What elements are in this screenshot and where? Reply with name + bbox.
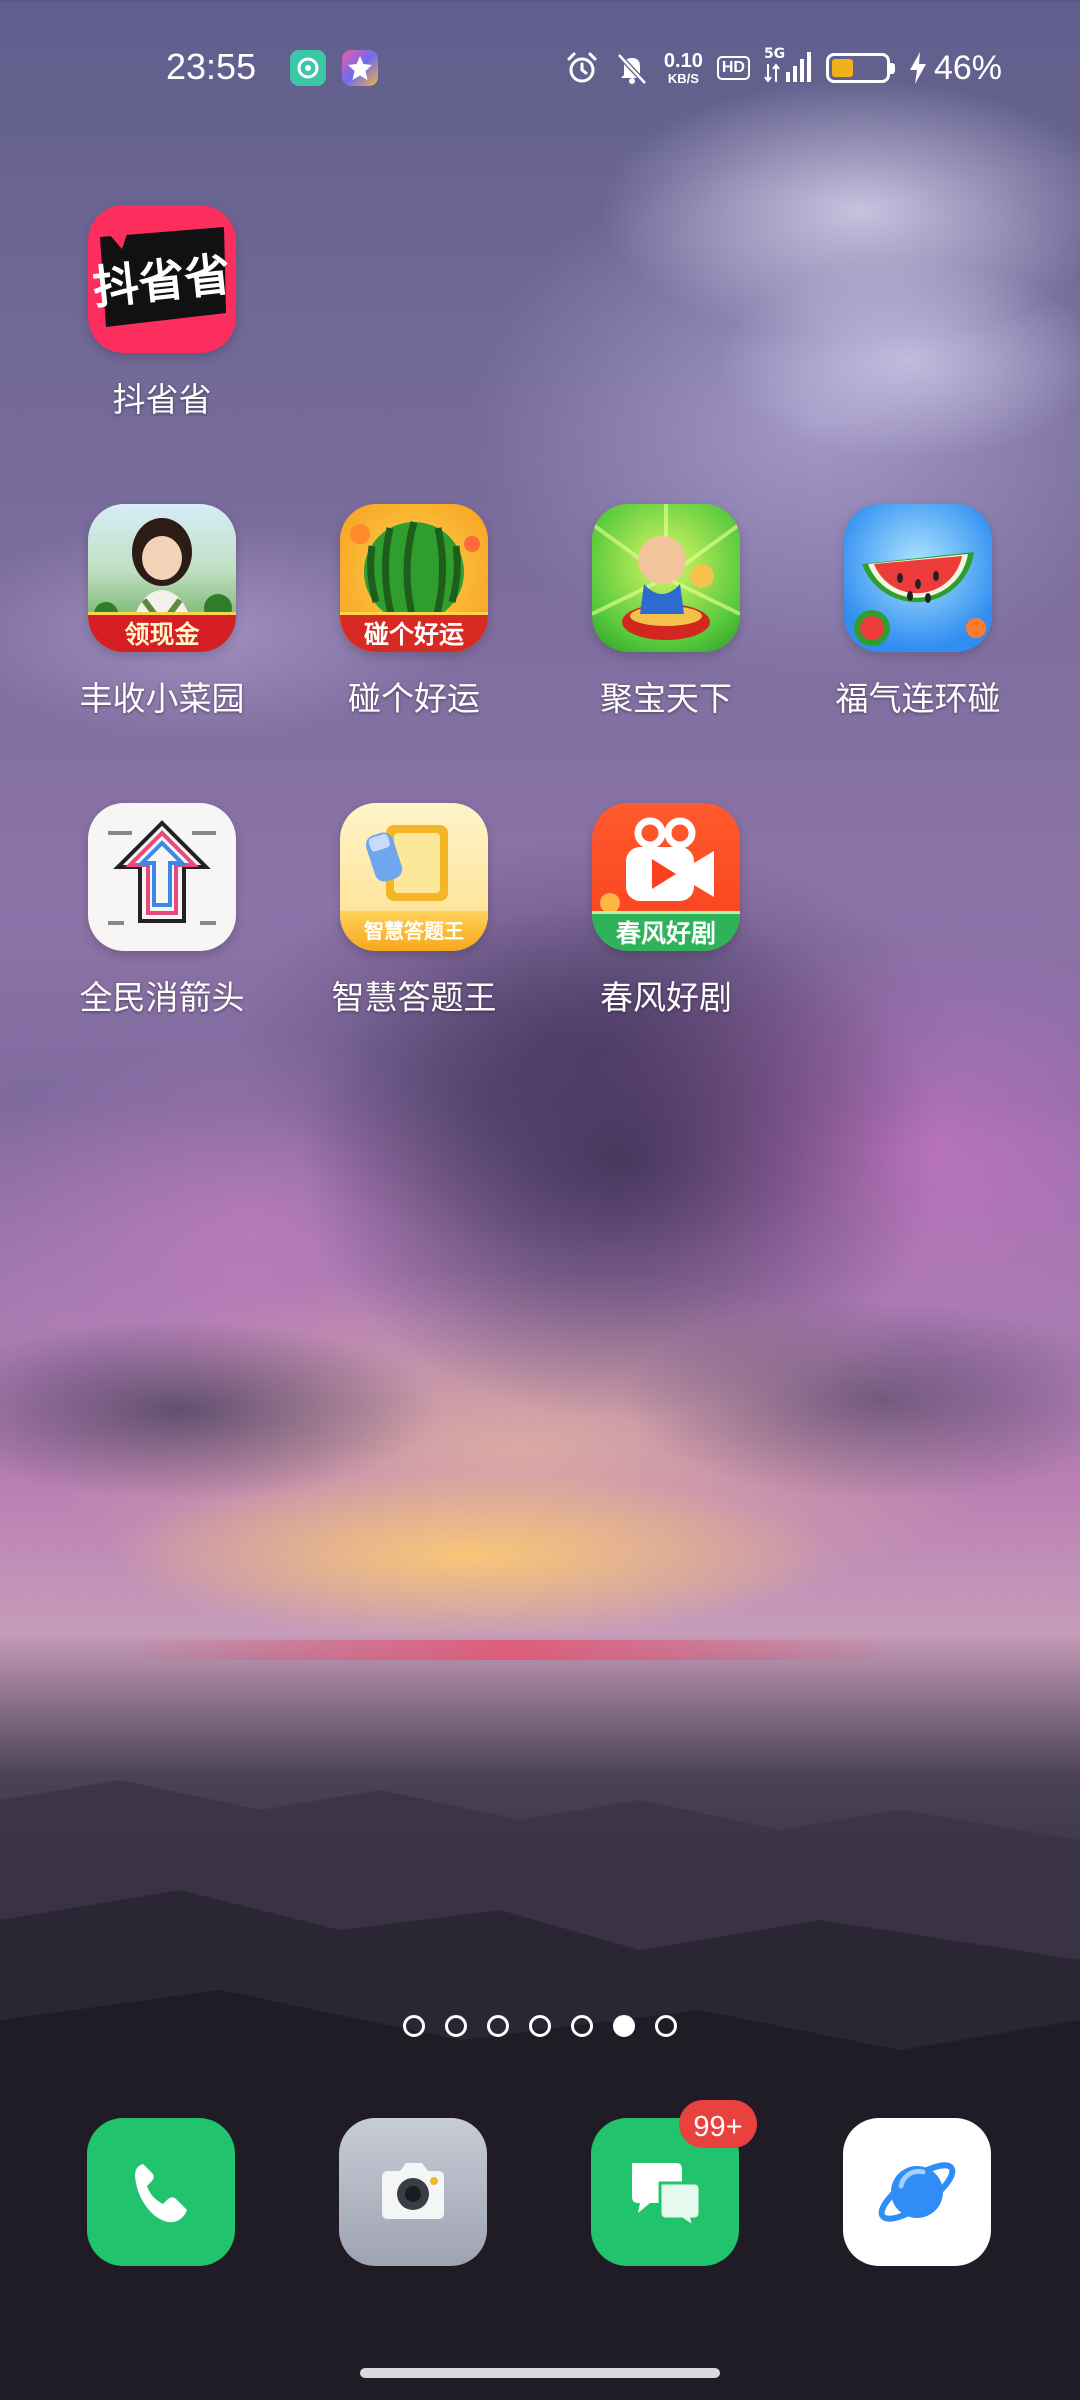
alarm-icon	[567, 52, 597, 83]
dock-camera[interactable]	[339, 2118, 487, 2266]
app-fortune-watermelon[interactable]: 福气连环碰	[803, 504, 1033, 734]
app-label: 抖省省	[112, 380, 212, 419]
page-dot[interactable]	[571, 2015, 593, 2037]
quiz-banner: 智慧答题王	[340, 911, 488, 951]
page-dot[interactable]	[613, 2015, 635, 2037]
camera-icon	[339, 2118, 487, 2266]
browser-planet-icon	[843, 2118, 991, 2266]
charging-icon	[909, 52, 926, 84]
app-arrow-puzzle[interactable]: 全民消箭头	[47, 803, 277, 1033]
page-dot[interactable]	[445, 2015, 467, 2037]
harvest-banner: 领现金	[88, 612, 236, 652]
hd-badge: HD	[716, 56, 750, 80]
app-label: 智慧答题王	[331, 978, 497, 1017]
fortune-watermelon-icon	[844, 504, 992, 652]
drama-banner: 春风好剧	[592, 911, 740, 951]
treasure-icon	[592, 504, 740, 652]
quiz-king-icon: 智慧答题王	[340, 803, 488, 951]
app-label: 全民消箭头	[79, 978, 245, 1017]
app-label: 聚宝天下	[600, 679, 732, 718]
spring-drama-icon: 春风好剧	[592, 803, 740, 951]
app-label: 丰收小菜园	[79, 679, 245, 718]
net-speed-unit: KB/S	[667, 70, 699, 86]
battery-fill	[831, 59, 853, 77]
arrow-puzzle-icon	[88, 803, 236, 951]
battery-indicator	[825, 53, 895, 83]
phone-icon	[87, 2118, 235, 2266]
signal-icon: 5G	[764, 46, 812, 86]
battery-percent: 46%	[933, 48, 1002, 87]
page-dot[interactable]	[403, 2015, 425, 2037]
page-indicator[interactable]	[0, 2015, 1080, 2037]
page-dot[interactable]	[655, 2015, 677, 2037]
app-label: 福气连环碰	[835, 679, 1001, 718]
dousheng-icon: 抖省省	[88, 205, 236, 353]
app-harvest-garden[interactable]: 领现金 丰收小菜园	[47, 504, 277, 734]
app-dousheng[interactable]: 抖省省 抖省省	[47, 205, 277, 435]
dock-browser[interactable]	[843, 2118, 991, 2266]
watermelon-banner: 碰个好运	[340, 612, 488, 652]
status-time: 23:55	[166, 46, 257, 87]
unread-badge: 99+	[679, 2100, 757, 2148]
page-dot[interactable]	[487, 2015, 509, 2037]
dock-phone[interactable]	[87, 2118, 235, 2266]
net-speed-value: 0.10	[663, 49, 703, 72]
status-indicators: 0.10 KB/S HD 5G 46%	[564, 46, 1002, 90]
dock-messages[interactable]: 99+	[591, 2100, 757, 2266]
watermelon-luck-icon: 碰个好运	[340, 504, 488, 652]
page-dot[interactable]	[529, 2015, 551, 2037]
app-spring-drama[interactable]: 春风好剧 春风好剧	[551, 803, 781, 1033]
harvest-garden-icon: 领现金	[88, 504, 236, 652]
home-indicator-bar[interactable]	[360, 2368, 720, 2378]
app-quiz-king[interactable]: 智慧答题王 智慧答题王	[299, 803, 529, 1033]
notification-star-icon	[342, 50, 378, 86]
mute-icon	[617, 53, 647, 85]
app-label: 碰个好运	[348, 679, 480, 718]
net-speed: 0.10 KB/S	[664, 51, 703, 86]
app-treasure[interactable]: 聚宝天下	[551, 504, 781, 734]
notification-app-icon	[290, 50, 326, 86]
app-watermelon-luck[interactable]: 碰个好运 碰个好运	[299, 504, 529, 734]
status-bar: 23:55 0.10 KB/S HD 5G 46%	[0, 0, 1080, 140]
app-label: 春风好剧	[600, 978, 732, 1017]
